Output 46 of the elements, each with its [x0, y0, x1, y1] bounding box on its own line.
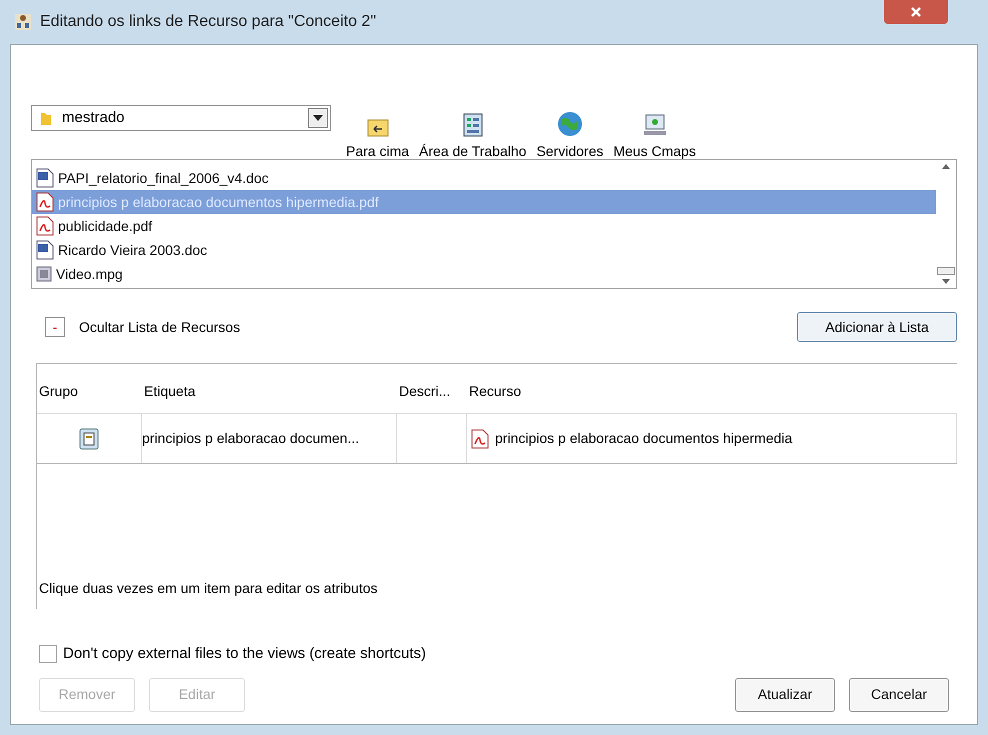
desktop-icon	[462, 113, 483, 137]
video-file-icon	[36, 266, 52, 282]
pdf-file-icon	[471, 428, 489, 448]
folder-icon	[40, 110, 52, 126]
scroll-up-icon	[942, 164, 950, 169]
toolbar-button[interactable]: Para cima	[345, 141, 410, 162]
file-item[interactable]: Ricardo Vieira 2003.doc	[32, 238, 936, 262]
folder-value: mestrado	[62, 108, 126, 128]
shortcuts-checkbox[interactable]	[39, 645, 57, 664]
scroll-thumb[interactable]	[937, 267, 955, 275]
window-title: Editando os links de Recurso para "Conceito 2"	[40, 12, 376, 32]
computer-icon	[642, 113, 667, 137]
group-icon	[79, 428, 99, 450]
app-icon	[14, 13, 32, 31]
close-button[interactable]	[884, 0, 948, 24]
folder-dropdown[interactable]: mestrado	[31, 105, 331, 131]
document-file-icon	[36, 240, 54, 260]
pdf-file-icon	[36, 216, 54, 236]
document-file-icon	[36, 168, 54, 188]
table-cell-text: principios p elaboracao documentos hipermedia	[495, 429, 792, 448]
file-item[interactable]: PAPI_relatorio_final_2006_v4.doc	[32, 166, 936, 190]
shortcuts-label: Don't copy external files to the views (create shortcuts)	[63, 644, 426, 664]
add-to-list-button[interactable]: Adicionar à Lista	[797, 312, 957, 342]
file-item[interactable]: Video.mpg	[32, 262, 936, 286]
column-header[interactable]: Etiqueta	[144, 381, 196, 402]
folder-up-icon	[366, 117, 389, 137]
dialog-button[interactable]: Cancelar	[849, 678, 949, 712]
toolbar-button[interactable]: Meus Cmaps	[612, 141, 697, 162]
toolbar-button[interactable]: Servidores	[535, 141, 604, 162]
file-list[interactable]: PAPI_relatorio_final_2006_v4.doc principios p elaboracao documentos hipermedia.pdf publicidade.pdf Ricardo Vieira 2003.doc Video.mpg	[31, 159, 957, 289]
pdf-file-icon	[36, 192, 54, 212]
scroll-down-icon	[942, 279, 950, 284]
globe-icon	[556, 111, 583, 137]
dropdown-button[interactable]	[308, 108, 328, 128]
dialog-button[interactable]: Atualizar	[735, 678, 835, 712]
close-icon	[910, 6, 922, 18]
caret-icon	[313, 115, 323, 121]
collapse-button[interactable]: -	[45, 317, 65, 337]
hint-text: Clique duas vezes em um item para editar os atributos	[39, 579, 378, 598]
column-header[interactable]: Descri...	[399, 381, 450, 402]
column-header[interactable]: Recurso	[469, 381, 522, 402]
table-cell-text: principios p elaboracao documen...	[142, 429, 360, 448]
collapse-label: Ocultar Lista de Recursos	[79, 318, 240, 336]
file-item[interactable]: publicidade.pdf	[32, 214, 936, 238]
toolbar-button[interactable]: Área de Trabalho	[418, 141, 528, 162]
column-header[interactable]: Grupo	[39, 381, 78, 402]
